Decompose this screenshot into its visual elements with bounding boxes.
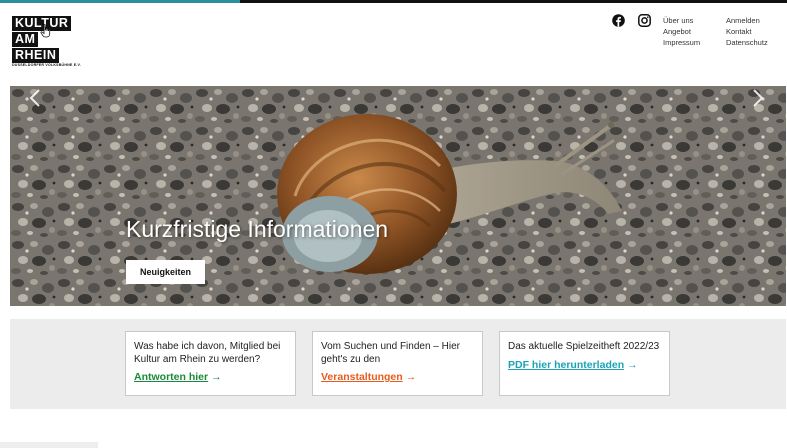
events-link[interactable]: Veranstaltungen → [321, 371, 416, 383]
nav-link-ueber-uns[interactable]: Über uns [663, 15, 700, 26]
events-link-label: Veranstaltungen [321, 371, 403, 383]
pdf-download-link-label: PDF hier herunterladen [508, 358, 625, 371]
slider-prev-arrow-icon[interactable] [24, 86, 48, 110]
top-accent-highlight [0, 0, 240, 3]
facebook-icon[interactable] [612, 14, 625, 27]
info-card-program: Das aktuelle Spielzeitheft 2022/23 PDF h… [499, 331, 670, 396]
arrow-right-icon: → [211, 371, 222, 383]
slider-next-arrow-icon[interactable] [745, 86, 769, 110]
hero-slider: Kurzfristige Informationen Neuigkeiten [10, 86, 786, 306]
nav-link-kontakt[interactable]: Kontakt [726, 26, 768, 37]
top-nav-secondary: Anmelden Kontakt Datenschutz [726, 15, 768, 48]
info-card-membership: Was habe ich davon, Mitglied bei Kultur … [125, 331, 296, 396]
nav-link-impressum[interactable]: Impressum [663, 37, 700, 48]
logo-tagline: DÜSSELDORFER VOLKSBÜHNE E.V. [12, 63, 81, 67]
arrow-right-icon: → [627, 358, 638, 371]
info-card-text: Vom Suchen und Finden – Hier geht's zu d… [321, 341, 460, 365]
instagram-icon[interactable] [638, 14, 651, 27]
info-card-events: Vom Suchen und Finden – Hier geht's zu d… [312, 331, 483, 396]
news-button[interactable]: Neuigkeiten [126, 260, 205, 284]
footer-stub [0, 442, 98, 448]
hero-title: Kurzfristige Informationen [126, 216, 389, 242]
logo-line-2: AM [12, 32, 39, 47]
logo-line-3: RHEIN [12, 48, 60, 63]
nav-link-angebot[interactable]: Angebot [663, 26, 700, 37]
hand-cursor-icon [40, 24, 51, 38]
nav-link-anmelden[interactable]: Anmelden [726, 15, 768, 26]
answers-link-label: Antworten hier [134, 371, 209, 383]
info-card-text: Was habe ich davon, Mitglied bei Kultur … [134, 341, 281, 365]
info-card-text: Das aktuelle Spielzeitheft 2022/23 [508, 341, 660, 352]
nav-link-datenschutz[interactable]: Datenschutz [726, 37, 768, 48]
answers-link[interactable]: Antworten hier → [134, 371, 222, 383]
info-card-bar: Was habe ich davon, Mitglied bei Kultur … [10, 319, 786, 409]
top-nav-primary: Über uns Angebot Impressum [663, 15, 700, 48]
top-accent-bar [0, 0, 787, 3]
site-logo[interactable]: KULTUR AM RHEIN DÜSSELDORFER VOLKSBÜHNE … [12, 14, 82, 67]
arrow-right-icon: → [405, 371, 417, 383]
pdf-download-link[interactable]: PDF hier herunterladen → [508, 359, 638, 371]
